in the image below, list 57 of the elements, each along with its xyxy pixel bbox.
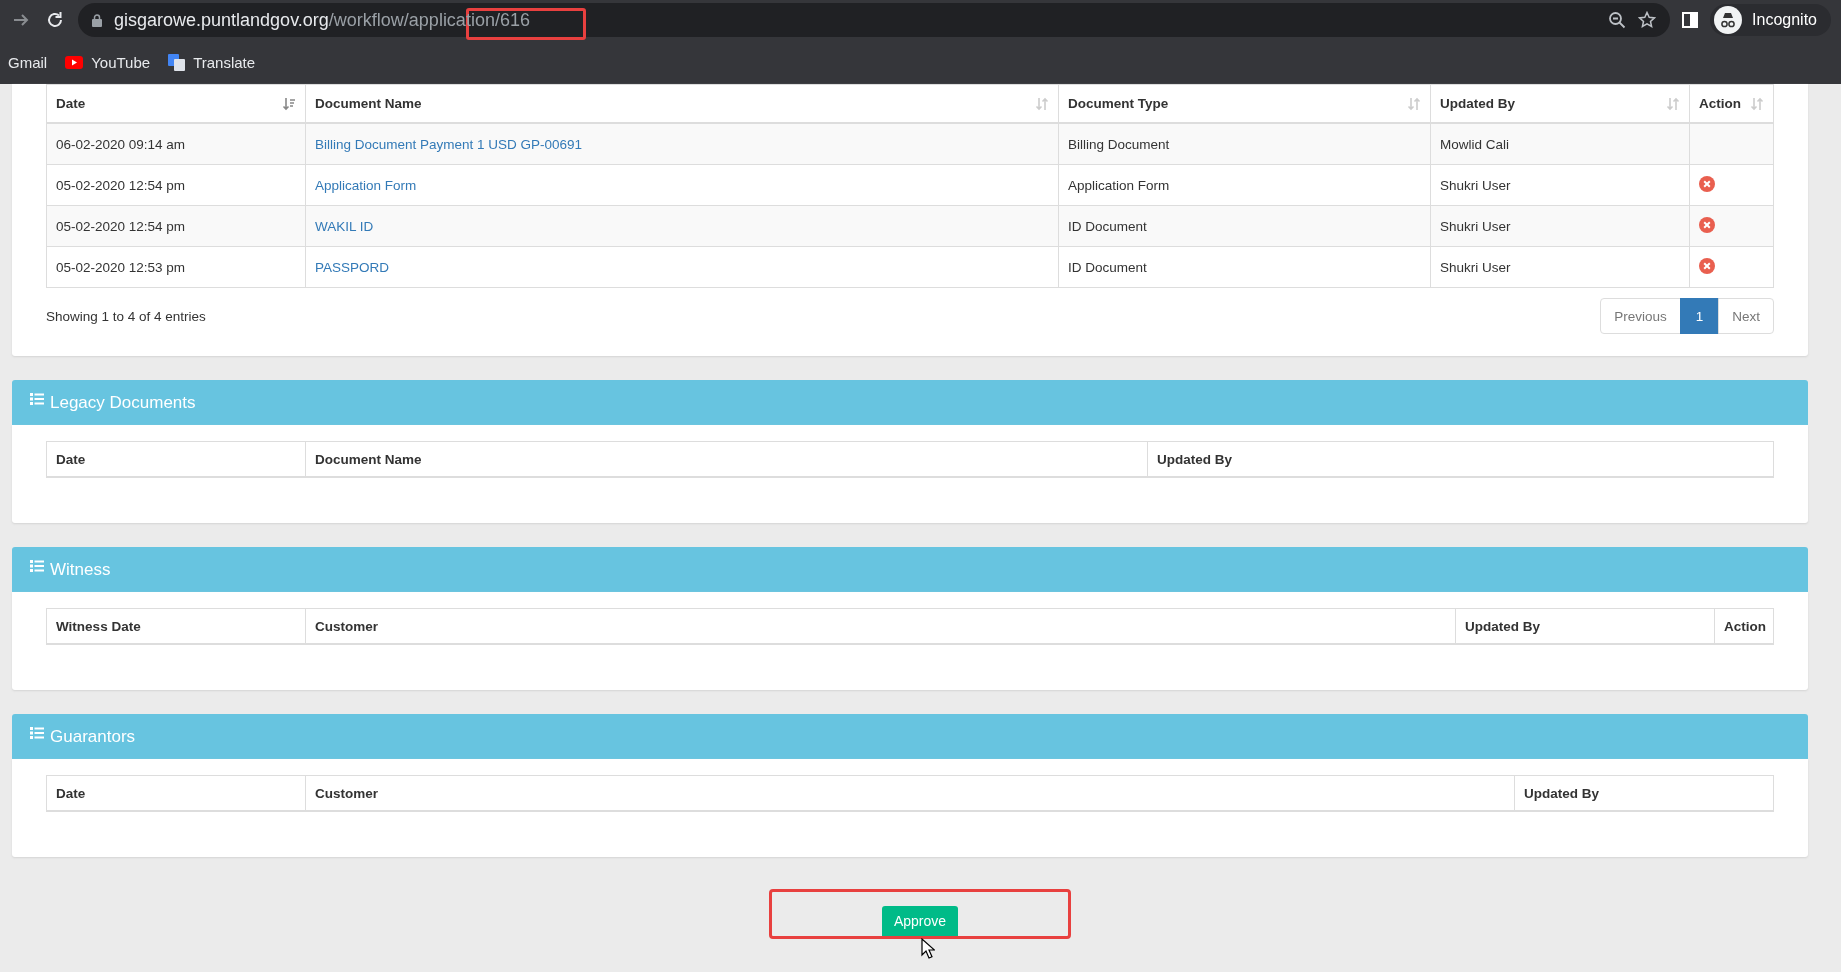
profile-button[interactable]: Incognito [1710, 4, 1831, 36]
pagination-button[interactable]: Previous [1600, 298, 1681, 334]
list-icon [30, 393, 44, 405]
column-header[interactable]: Action [1689, 84, 1774, 123]
bookmark-link[interactable]: YouTube [65, 53, 151, 71]
table-cell: Shukri User [1430, 205, 1690, 247]
cursor-icon [921, 938, 935, 959]
side-panel-icon[interactable] [1682, 12, 1699, 28]
bookmark-link[interactable]: Gmail [8, 53, 48, 71]
table-cell: Billing Document [1058, 123, 1431, 165]
table-cell: ID Document [1058, 205, 1431, 247]
table-cell: ID Document [1058, 246, 1431, 288]
bookmark-link[interactable]: Translate [168, 53, 256, 71]
remove-icon[interactable] [1699, 175, 1715, 192]
pagination-button[interactable]: 1 [1679, 298, 1720, 334]
document-link[interactable]: WAKIL ID [315, 218, 374, 234]
zoom-out-icon[interactable] [1608, 11, 1627, 29]
section-title: Legacy Documents [50, 392, 196, 413]
play-logo-icon [65, 55, 84, 69]
table-cell: 05-02-2020 12:54 pm [46, 164, 306, 206]
lock-icon [92, 13, 102, 27]
table-cell: 05-02-2020 12:54 pm [46, 205, 306, 247]
column-header[interactable]: Document Name [305, 84, 1059, 123]
column-header: Customer [305, 775, 1515, 811]
list-icon [30, 560, 44, 572]
section-title: Witness [50, 559, 111, 580]
table-cell: Application Form [1058, 164, 1431, 206]
column-header: Date [46, 441, 306, 477]
table-cell: Shukri User [1430, 246, 1690, 288]
column-header: Date [46, 775, 306, 811]
star-icon[interactable] [1638, 11, 1657, 29]
incognito-icon [1714, 6, 1743, 34]
column-header: Updated By [1455, 608, 1715, 644]
table-cell: Mowlid Cali [1430, 123, 1690, 165]
document-link[interactable]: Application Form [315, 177, 417, 193]
list-icon [30, 727, 44, 739]
table-cell: 05-02-2020 12:53 pm [46, 246, 306, 288]
column-header: Updated By [1147, 441, 1774, 477]
column-header[interactable]: Updated By [1430, 84, 1690, 123]
column-header: Action [1714, 608, 1774, 644]
column-header: Updated By [1514, 775, 1774, 811]
sort-icon[interactable] [282, 96, 296, 111]
column-header: Customer [305, 608, 1456, 644]
section-title: Guarantors [50, 726, 136, 747]
table-cell: Shukri User [1430, 164, 1690, 206]
table-cell: 06-02-2020 09:14 am [46, 123, 306, 165]
pagination-button[interactable]: Next [1718, 298, 1774, 334]
remove-icon[interactable] [1699, 257, 1715, 274]
column-header[interactable]: Document Type [1058, 84, 1431, 123]
document-link[interactable]: Billing Document Payment 1 USD GP-00691 [315, 136, 583, 152]
translate-icon [168, 53, 186, 71]
column-header[interactable]: Date [46, 84, 306, 123]
document-link[interactable]: PASSPORD [315, 259, 390, 275]
remove-icon[interactable] [1699, 216, 1715, 233]
entries-info: Showing 1 to 4 of 4 entries [46, 308, 206, 324]
column-header: Document Name [305, 441, 1148, 477]
column-header: Witness Date [46, 608, 306, 644]
